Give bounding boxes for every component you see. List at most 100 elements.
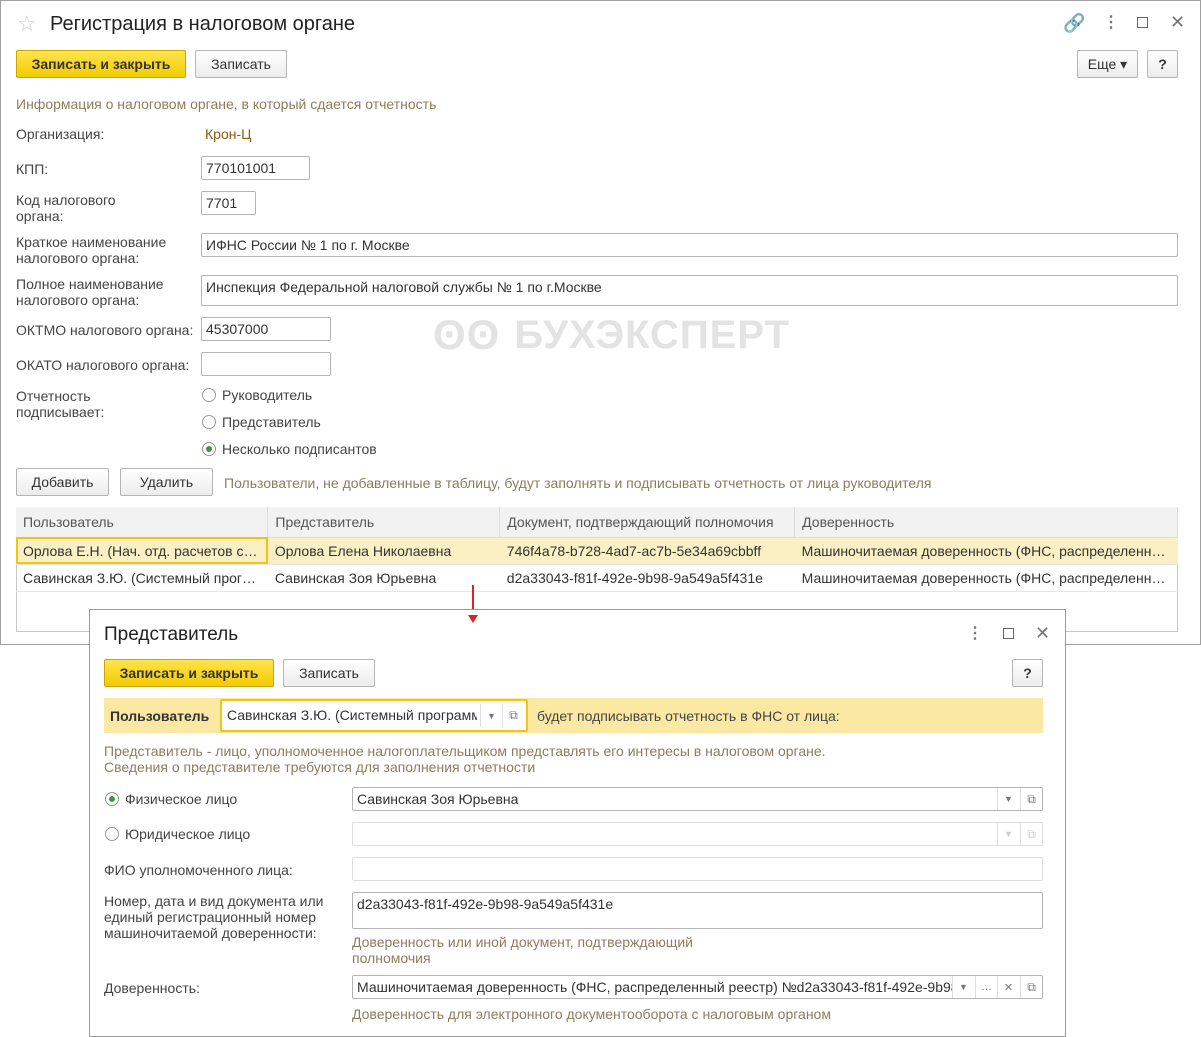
cell-poa[interactable]: Машиночитаемая доверенность (ФНС, распре… [794,564,1178,592]
okato-label: ОКАТО налогового органа: [16,357,190,373]
clear-icon[interactable]: ✕ [997,976,1019,998]
user-select-value: Савинская З.Ю. (Системный программист) [227,707,477,723]
short-name-label: Краткое наименование налогового органа: [16,234,167,266]
doc-label: Номер, дата и вид документа или единый р… [104,893,324,941]
main-window: ☆ Регистрация в налоговом органе 🔗 ⋮ ✕ З… [0,0,1201,645]
fio-input[interactable] [352,857,1043,881]
column-header[interactable]: Пользователь [16,507,269,538]
radio-legal[interactable]: Юридическое лицо [105,826,250,842]
help-button[interactable]: ? [1147,50,1178,78]
more-label: Еще [1087,56,1117,72]
watermark-text: БУХЭКСПЕРТ [514,312,790,357]
dropdown-arrow-icon[interactable]: ▼ [952,976,974,998]
fio-label: ФИО уполномоченного лица: [104,862,293,878]
radio-label: Юридическое лицо [125,826,251,842]
oktmo-label: ОКТМО налогового органа: [16,322,194,338]
radio-circle [105,827,119,841]
radio-circle [202,442,216,456]
dialog-save-close-button[interactable]: Записать и закрыть [104,659,274,687]
dialog-title: Представитель [104,624,239,645]
oktmo-input[interactable]: 45307000 [201,317,331,341]
table-header: Пользователь Представитель Документ, под… [16,507,1178,538]
okato-input[interactable] [201,352,331,376]
more-vert-icon[interactable]: ⋮ [1103,15,1119,31]
org-label: Организация: [16,126,105,142]
doc-input[interactable]: d2a33043-f81f-492e-9b98-9a549a5f431e [352,892,1043,929]
user-label: Пользователь [110,708,210,724]
radio-circle [105,792,119,806]
watermark-logo-icon: ʘʘ [433,311,501,358]
open-icon[interactable]: ⧉ [1020,823,1042,845]
signer-label: Отчетность подписывает: [16,388,105,420]
doc-hint: Доверенность или иной документ, подтверж… [352,934,693,966]
open-icon[interactable]: ⧉ [1020,976,1042,998]
close-icon[interactable]: ✕ [1035,624,1050,642]
code-input[interactable]: 7701 [201,191,256,215]
arrow-head-icon [468,615,478,623]
column-header[interactable]: Представитель [267,507,501,538]
representative-dialog: Представитель ⋮ ✕ Записать и закрыть Зап… [89,609,1066,1037]
cell-user[interactable]: Орлова Е.Н. (Нач. отд. расчетов с персон… [16,537,268,565]
dialog-info-2: Сведения о представителе требуются для з… [104,759,536,775]
short-name-input[interactable]: ИФНС России № 1 по г. Москве [201,233,1178,257]
add-button[interactable]: Добавить [16,468,109,496]
radio-representative[interactable]: Представитель [202,414,321,430]
maximize-icon[interactable] [1003,628,1014,639]
column-header[interactable]: Документ, подтверждающий полномочия [499,507,796,538]
cell-document[interactable]: d2a33043-f81f-492e-9b98-9a549a5f431e [499,564,795,592]
radio-circle [202,415,216,429]
star-icon[interactable]: ☆ [17,13,37,35]
dialog-save-button[interactable]: Записать [283,659,375,687]
cell-poa[interactable]: Машиночитаемая доверенность (ФНС, распре… [794,537,1178,565]
open-icon[interactable]: ⧉ [502,704,524,727]
poa-label: Доверенность: [104,980,200,996]
poa-value: Машиночитаемая доверенность (ФНС, распре… [357,979,953,995]
ellipsis-icon[interactable]: … [975,976,997,998]
poa-hint: Доверенность для электронного документоо… [352,1006,831,1022]
maximize-icon[interactable] [1137,17,1148,28]
physical-select[interactable]: Савинская Зоя Юрьевна [352,787,1043,811]
link-icon[interactable]: 🔗 [1063,14,1085,32]
radio-label: Несколько подписантов [222,441,377,457]
save-button[interactable]: Записать [195,50,287,78]
radio-label: Физическое лицо [125,791,238,807]
full-name-input[interactable]: Инспекция Федеральной налоговой службы №… [201,275,1178,306]
dialog-info-1: Представитель - лицо, уполномоченное нал… [104,743,826,759]
radio-director[interactable]: Руководитель [202,387,312,403]
more-button[interactable]: Еще ▾ [1077,50,1138,78]
save-close-button[interactable]: Записать и закрыть [16,50,186,78]
more-vert-icon[interactable]: ⋮ [967,626,983,642]
radio-multiple[interactable]: Несколько подписантов [202,441,377,457]
table-row[interactable]: Орлова Е.Н. (Нач. отд. расчетов с персон… [16,537,1178,565]
watermark: ʘʘ БУХЭКСПЕРТ [433,311,790,359]
table-row[interactable]: Савинская З.Ю. (Системный программист) С… [16,564,1178,592]
cell-user[interactable]: Савинская З.Ю. (Системный программист) [16,564,268,592]
full-name-label: Полное наименование налогового органа: [16,276,164,308]
page-title: Регистрация в налоговом органе [50,13,356,35]
dropdown-arrow-icon[interactable]: ▼ [997,823,1019,845]
user-suffix: будет подписывать отчетность в ФНС от ли… [537,708,840,724]
kpp-input[interactable]: 770101001 [201,156,310,180]
table-hint: Пользователи, не добавленные в таблицу, … [224,475,932,491]
cell-document[interactable]: 746f4a78-b728-4ad7-ac7b-5e34a69cbbff [499,537,795,565]
cell-representative[interactable]: Орлова Елена Николаевна [267,537,500,565]
dropdown-arrow-icon[interactable]: ▼ [997,788,1019,810]
radio-label: Руководитель [222,387,313,403]
signers-table: Пользователь Представитель Документ, под… [16,507,1178,592]
info-text: Информация о налоговом органе, в который… [16,96,437,112]
column-header[interactable]: Доверенность [794,507,1178,538]
close-icon[interactable]: ✕ [1170,13,1185,31]
code-label: Код налогового органа: [16,192,116,224]
open-icon[interactable]: ⧉ [1020,788,1042,810]
legal-select[interactable] [352,822,1043,846]
delete-button[interactable]: Удалить [120,468,213,496]
radio-physical[interactable]: Физическое лицо [105,791,237,807]
kpp-label: КПП: [16,161,49,177]
cell-representative[interactable]: Савинская Зоя Юрьевна [267,564,500,592]
radio-circle [202,388,216,402]
org-value[interactable]: Крон-Ц [205,126,251,142]
radio-label: Представитель [222,414,321,430]
dialog-help-button[interactable]: ? [1012,659,1043,687]
poa-select[interactable]: Машиночитаемая доверенность (ФНС, распре… [352,975,1043,999]
dropdown-arrow-icon[interactable]: ▼ [480,704,502,727]
